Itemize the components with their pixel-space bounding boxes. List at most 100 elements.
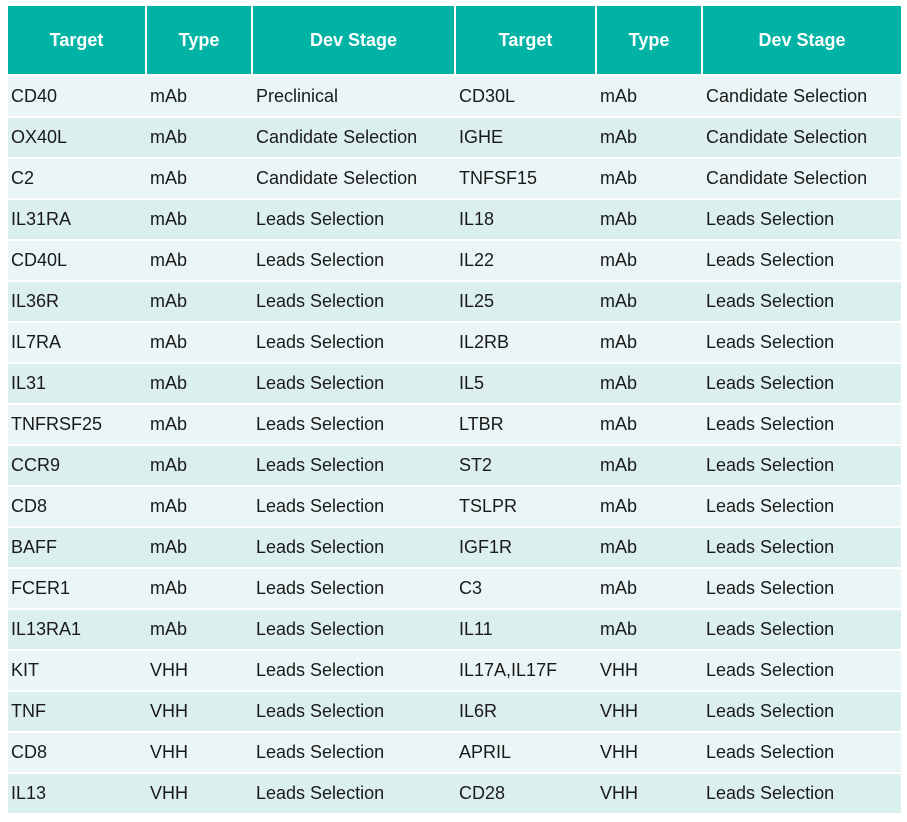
- cell-type: mAb: [597, 159, 703, 200]
- cell-dev-stage: Candidate Selection: [703, 159, 901, 200]
- cell-type: mAb: [147, 282, 253, 323]
- cell-type: mAb: [597, 610, 703, 651]
- cell-target: C3: [456, 569, 597, 610]
- cell-type: mAb: [597, 200, 703, 241]
- cell-target: CD30L: [456, 76, 597, 118]
- table-row: CD8 VHH Leads Selection APRIL VHH Leads Selec…: [8, 733, 901, 774]
- cell-type: mAb: [597, 282, 703, 323]
- cell-target: TNFRSF25: [8, 405, 147, 446]
- cell-target: TNF: [8, 692, 147, 733]
- cell-target: IL31: [8, 364, 147, 405]
- cell-dev-stage: Leads Selection: [703, 405, 901, 446]
- table-row: CCR9 mAb Leads Selection ST2 mAb Leads Select…: [8, 446, 901, 487]
- cell-type: mAb: [597, 364, 703, 405]
- cell-dev-stage: Leads Selection: [703, 364, 901, 405]
- cell-dev-stage: Leads Selection: [253, 692, 456, 733]
- table-header: Target Type Dev Stage Target Type Dev St…: [8, 6, 901, 76]
- cell-type: mAb: [147, 569, 253, 610]
- cell-type: mAb: [597, 323, 703, 364]
- cell-type: mAb: [597, 569, 703, 610]
- cell-type: mAb: [147, 446, 253, 487]
- table-row: KIT VHH Leads Selection IL17A,IL17F VHH Leads…: [8, 651, 901, 692]
- cell-target: IGF1R: [456, 528, 597, 569]
- cell-type: mAb: [597, 118, 703, 159]
- cell-dev-stage: Leads Selection: [703, 774, 901, 815]
- cell-target: C2: [8, 159, 147, 200]
- cell-type: mAb: [597, 487, 703, 528]
- cell-dev-stage: Leads Selection: [253, 364, 456, 405]
- cell-target: IL6R: [456, 692, 597, 733]
- cell-dev-stage: Leads Selection: [253, 569, 456, 610]
- cell-dev-stage: Leads Selection: [253, 528, 456, 569]
- cell-target: BAFF: [8, 528, 147, 569]
- table-row: IL36R mAb Leads Selection IL25 mAb Leads Sele…: [8, 282, 901, 323]
- cell-target: IL36R: [8, 282, 147, 323]
- table-row: TNFRSF25 mAb Leads Selection LTBR mAb Leads S…: [8, 405, 901, 446]
- cell-dev-stage: Leads Selection: [703, 733, 901, 774]
- cell-target: IL13RA1: [8, 610, 147, 651]
- cell-target: IL22: [456, 241, 597, 282]
- cell-target: IGHE: [456, 118, 597, 159]
- header-type: Type: [597, 6, 703, 76]
- table-row: IL7RA mAb Leads Selection IL2RB mAb Leads Sel…: [8, 323, 901, 364]
- cell-target: IL17A,IL17F: [456, 651, 597, 692]
- cell-target: ST2: [456, 446, 597, 487]
- cell-dev-stage: Leads Selection: [703, 569, 901, 610]
- table-row: CD40 mAb Preclinical CD30L mAb Candidate Sele…: [8, 76, 901, 118]
- cell-type: mAb: [147, 610, 253, 651]
- cell-type: VHH: [147, 692, 253, 733]
- cell-dev-stage: Leads Selection: [253, 610, 456, 651]
- cell-dev-stage: Leads Selection: [703, 282, 901, 323]
- cell-type: mAb: [147, 241, 253, 282]
- cell-type: mAb: [147, 159, 253, 200]
- cell-type: mAb: [147, 405, 253, 446]
- table-body: CD40 mAb Preclinical CD30L mAb Candidate Sele…: [8, 76, 901, 815]
- cell-target: IL2RB: [456, 323, 597, 364]
- cell-type: mAb: [147, 364, 253, 405]
- table-row: BAFF mAb Leads Selection IGF1R mAb Leads Sele…: [8, 528, 901, 569]
- table-row: C2 mAb Candidate Selection TNFSF15 mAb Candid…: [8, 159, 901, 200]
- cell-dev-stage: Leads Selection: [703, 323, 901, 364]
- table-row: CD40L mAb Leads Selection IL22 mAb Leads Sele…: [8, 241, 901, 282]
- cell-dev-stage: Leads Selection: [703, 692, 901, 733]
- table-row: FCER1 mAb Leads Selection C3 mAb Leads Select…: [8, 569, 901, 610]
- cell-target: IL18: [456, 200, 597, 241]
- table-row: TNF VHH Leads Selection IL6R VHH Leads Select…: [8, 692, 901, 733]
- header-type: Type: [147, 6, 253, 76]
- cell-type: mAb: [147, 118, 253, 159]
- cell-dev-stage: Leads Selection: [703, 487, 901, 528]
- cell-target: LTBR: [456, 405, 597, 446]
- cell-target: IL31RA: [8, 200, 147, 241]
- cell-type: VHH: [147, 651, 253, 692]
- header-target: Target: [456, 6, 597, 76]
- cell-target: OX40L: [8, 118, 147, 159]
- header-target: Target: [8, 6, 147, 76]
- header-row: Target Type Dev Stage Target Type Dev St…: [8, 6, 901, 76]
- cell-type: VHH: [147, 774, 253, 815]
- cell-type: VHH: [597, 774, 703, 815]
- pipeline-table: Target Type Dev Stage Target Type Dev St…: [8, 6, 901, 815]
- cell-dev-stage: Leads Selection: [253, 200, 456, 241]
- cell-target: CD28: [456, 774, 597, 815]
- cell-dev-stage: Leads Selection: [253, 651, 456, 692]
- cell-dev-stage: Candidate Selection: [703, 118, 901, 159]
- cell-dev-stage: Leads Selection: [253, 733, 456, 774]
- cell-dev-stage: Candidate Selection: [253, 159, 456, 200]
- header-dev-stage: Dev Stage: [253, 6, 456, 76]
- cell-target: CD8: [8, 487, 147, 528]
- cell-target: TNFSF15: [456, 159, 597, 200]
- cell-target: IL13: [8, 774, 147, 815]
- cell-dev-stage: Leads Selection: [703, 651, 901, 692]
- cell-dev-stage: Leads Selection: [703, 200, 901, 241]
- cell-dev-stage: Leads Selection: [703, 446, 901, 487]
- cell-dev-stage: Leads Selection: [253, 241, 456, 282]
- cell-target: IL7RA: [8, 323, 147, 364]
- cell-type: mAb: [597, 76, 703, 118]
- cell-target: APRIL: [456, 733, 597, 774]
- cell-dev-stage: Leads Selection: [703, 610, 901, 651]
- cell-type: mAb: [147, 76, 253, 118]
- cell-type: mAb: [597, 446, 703, 487]
- cell-target: CD40L: [8, 241, 147, 282]
- cell-dev-stage: Preclinical: [253, 76, 456, 118]
- cell-dev-stage: Candidate Selection: [253, 118, 456, 159]
